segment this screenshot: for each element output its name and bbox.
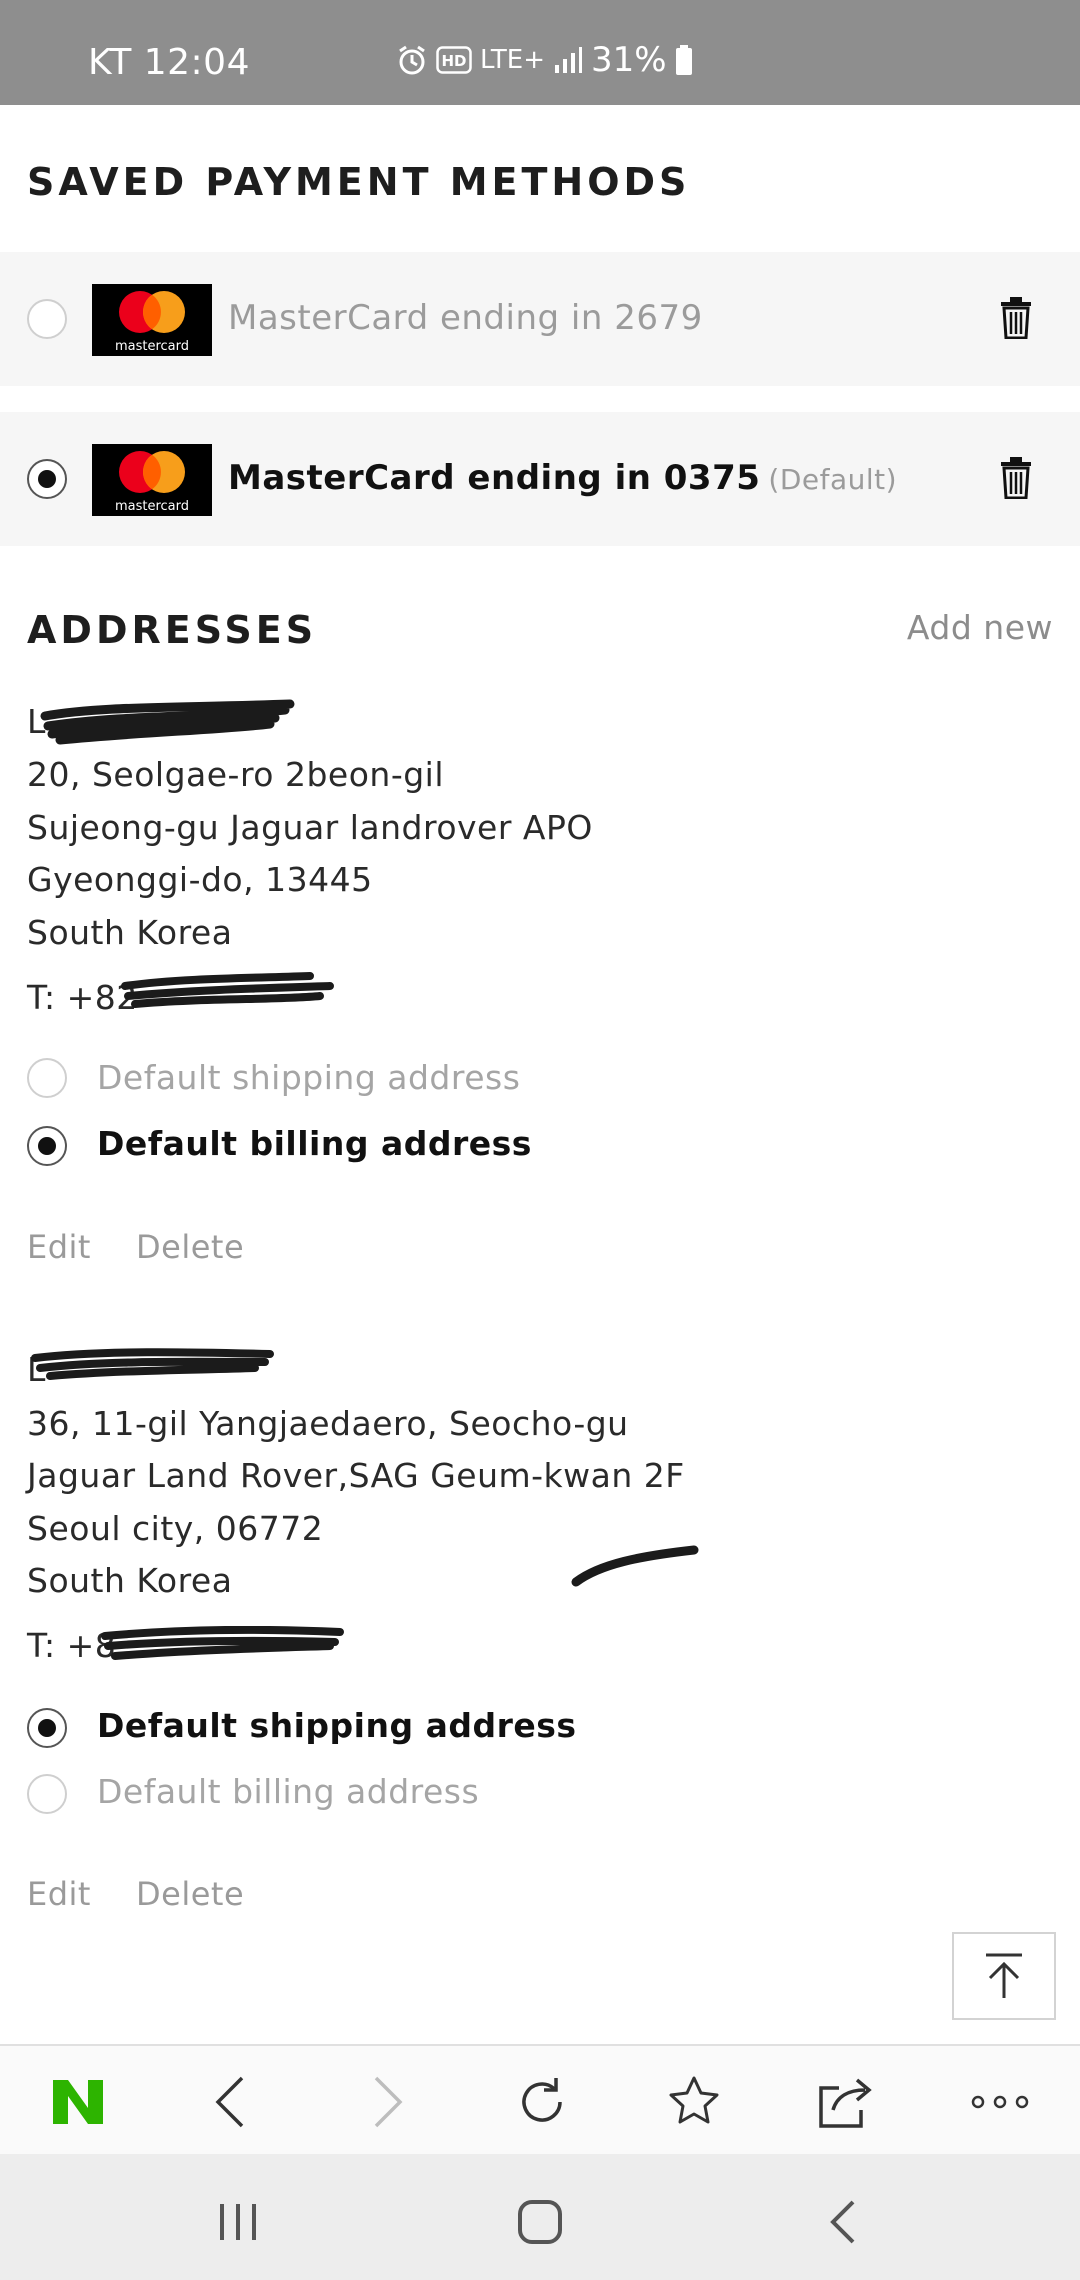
address-line: South Korea bbox=[27, 913, 233, 952]
system-nav-bar bbox=[0, 2154, 1080, 2280]
naver-logo-icon bbox=[53, 2080, 103, 2124]
svg-text:HD: HD bbox=[441, 52, 466, 70]
svg-text:mastercard: mastercard bbox=[115, 499, 189, 514]
home-icon bbox=[518, 2200, 562, 2244]
card-default-tag: (Default) bbox=[768, 463, 898, 496]
recent-apps-icon bbox=[220, 2204, 256, 2240]
payment-card-row[interactable]: mastercard MasterCard ending in 2679 bbox=[0, 252, 1080, 386]
address-line: South Korea bbox=[27, 1561, 233, 1600]
edit-address-link[interactable]: Edit bbox=[27, 1228, 91, 1266]
system-back-button[interactable] bbox=[812, 2192, 872, 2252]
browser-share-button[interactable] bbox=[816, 2074, 876, 2130]
scroll-to-top-button[interactable] bbox=[952, 1932, 1056, 2020]
address-line: 36, 11-gil Yangjaedaero, Seocho-gu bbox=[27, 1404, 629, 1443]
redaction-scribble bbox=[31, 1348, 274, 1380]
address-line: Sujeong-gu Jaguar landrover APO bbox=[27, 808, 593, 847]
addresses-section-title: ADDRESSES bbox=[27, 608, 318, 652]
default-shipping-label[interactable]: Default shipping address bbox=[97, 1058, 520, 1097]
battery-icon bbox=[675, 44, 693, 76]
card-label-2679: MasterCard ending in 2679 bbox=[228, 298, 703, 338]
default-billing-radio[interactable] bbox=[27, 1774, 67, 1814]
delete-card-trash-icon[interactable] bbox=[1000, 457, 1032, 500]
recent-apps-button[interactable] bbox=[208, 2192, 268, 2252]
hd-icon: HD bbox=[436, 46, 472, 74]
arrow-up-to-top-icon bbox=[986, 1953, 1022, 1998]
battery-text: 31% bbox=[591, 40, 667, 80]
status-icons: HD LTE+ 31% bbox=[396, 40, 693, 80]
delete-card-trash-icon[interactable] bbox=[1000, 297, 1032, 340]
redaction-scribble bbox=[121, 972, 334, 1008]
payment-section-title: SAVED PAYMENT METHODS bbox=[27, 160, 691, 204]
redaction-scribble bbox=[40, 699, 295, 745]
default-shipping-label[interactable]: Default shipping address bbox=[97, 1706, 577, 1745]
default-billing-radio[interactable] bbox=[27, 1126, 67, 1166]
redaction-scribble bbox=[101, 1626, 344, 1660]
payment-card-row[interactable]: mastercard MasterCard ending in 0375 (Def… bbox=[0, 412, 1080, 546]
mastercard-logo-icon: mastercard bbox=[92, 284, 212, 356]
browser-bookmark-button[interactable] bbox=[664, 2074, 724, 2130]
system-back-icon bbox=[830, 2200, 855, 2244]
delete-address-link[interactable]: Delete bbox=[136, 1875, 244, 1913]
forward-icon bbox=[374, 2076, 403, 2128]
signal-icon bbox=[553, 45, 583, 75]
payment-card-radio[interactable] bbox=[27, 299, 67, 339]
delete-address-link[interactable]: Delete bbox=[136, 1228, 244, 1266]
share-icon bbox=[819, 2078, 872, 2128]
default-billing-label[interactable]: Default billing address bbox=[97, 1124, 532, 1163]
payment-card-radio[interactable] bbox=[27, 459, 67, 499]
browser-toolbar bbox=[0, 2044, 1080, 2154]
browser-back-button[interactable] bbox=[200, 2074, 260, 2130]
default-billing-label[interactable]: Default billing address bbox=[97, 1772, 479, 1811]
lte-icon: LTE+ bbox=[480, 45, 545, 75]
status-bar: KT 12:04 HD LTE+ 31% bbox=[0, 0, 1080, 105]
edit-address-link[interactable]: Edit bbox=[27, 1875, 91, 1913]
home-button[interactable] bbox=[510, 2192, 570, 2252]
default-shipping-radio[interactable] bbox=[27, 1058, 67, 1098]
add-new-address-link[interactable]: Add new bbox=[907, 608, 1053, 647]
browser-refresh-button[interactable] bbox=[512, 2074, 572, 2130]
address-line: 20, Seolgae-ro 2beon-gil bbox=[27, 755, 445, 794]
svg-text:mastercard: mastercard bbox=[115, 339, 189, 354]
alarm-icon bbox=[396, 44, 428, 76]
refresh-icon bbox=[522, 2078, 562, 2122]
naver-home-button[interactable] bbox=[48, 2074, 108, 2130]
address-line: Jaguar Land Rover,SAG Geum-kwan 2F bbox=[27, 1456, 685, 1495]
address-line: Seoul city, 06772 bbox=[27, 1509, 324, 1548]
bookmark-star-icon bbox=[669, 2076, 719, 2124]
mastercard-logo-icon: mastercard bbox=[92, 444, 212, 516]
more-icon bbox=[971, 2095, 1029, 2109]
address-line: Gyeonggi-do, 13445 bbox=[27, 860, 373, 899]
card-label-0375: MasterCard ending in 0375 (Default) bbox=[228, 458, 897, 498]
browser-more-button[interactable] bbox=[970, 2074, 1030, 2130]
pen-stroke-mark bbox=[571, 1545, 699, 1587]
status-time: KT 12:04 bbox=[88, 42, 250, 83]
back-icon bbox=[215, 2076, 244, 2128]
browser-forward-button[interactable] bbox=[358, 2074, 418, 2130]
default-shipping-radio[interactable] bbox=[27, 1708, 67, 1748]
card-label-text: MasterCard ending in 0375 bbox=[228, 458, 761, 498]
